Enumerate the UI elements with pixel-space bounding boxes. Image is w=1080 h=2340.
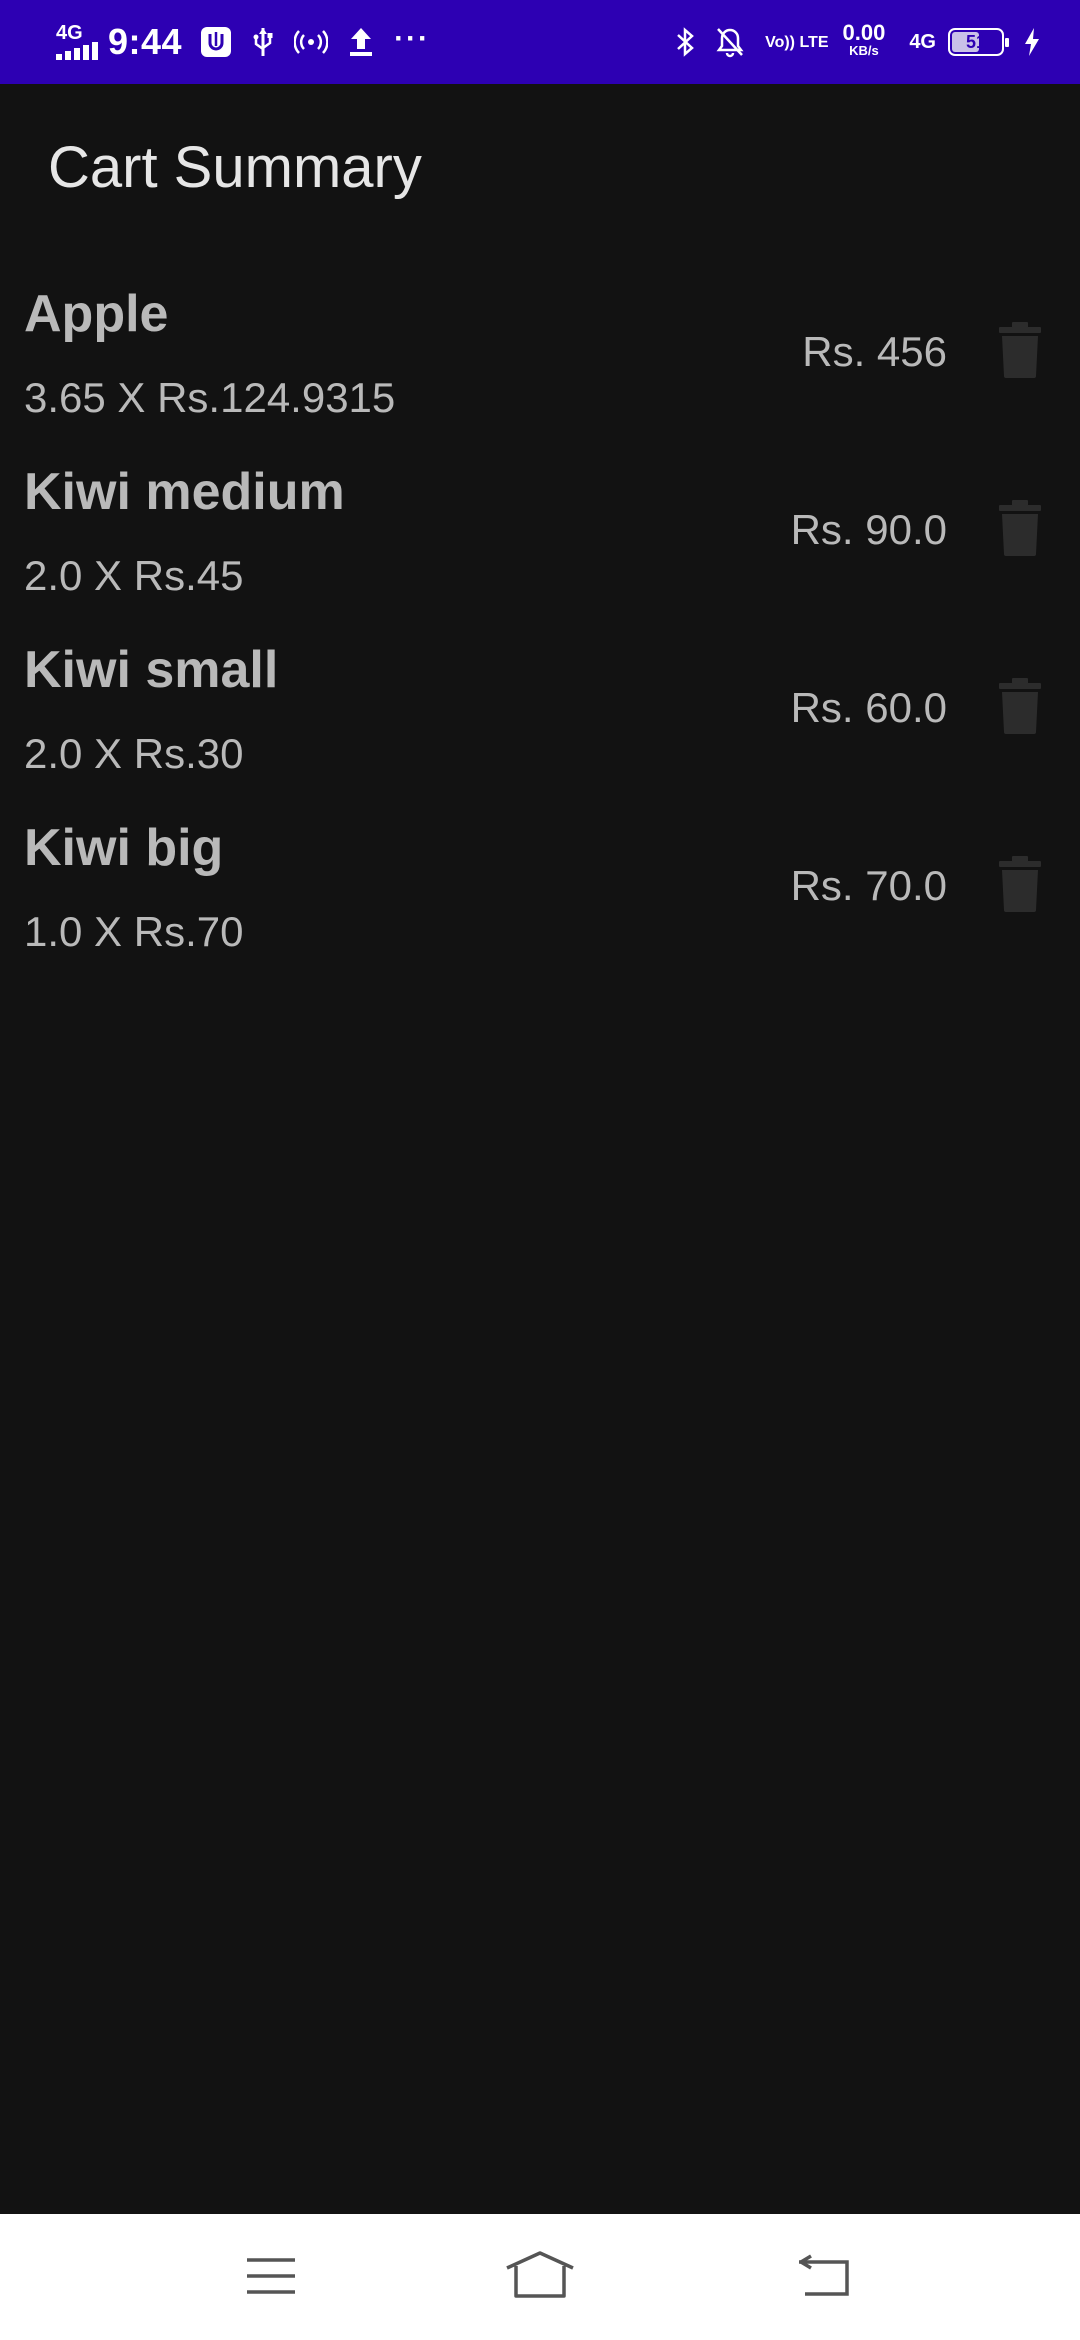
clock: 9:44 [108, 21, 183, 62]
network-speed: 0.00 KB/s [842, 20, 886, 60]
network-type-label: 4G [56, 22, 83, 44]
trash-icon [999, 500, 1041, 556]
speed-unit: KB/s [849, 43, 879, 58]
network-type-right: 4G [909, 30, 936, 53]
item-name: Kiwi small [24, 641, 279, 699]
battery-level: 51 [965, 31, 987, 52]
home-icon [506, 2251, 574, 2298]
trash-icon [999, 856, 1041, 912]
hotspot-icon [294, 27, 329, 57]
item-total: Rs. 60.0 [790, 684, 947, 731]
menu-icon [247, 2258, 295, 2294]
trash-icon [999, 678, 1041, 734]
trash-icon [999, 322, 1041, 378]
battery-icon: 51 [948, 28, 1009, 56]
back-icon [799, 2254, 849, 2296]
page-title: Cart Summary [48, 135, 422, 200]
delete-button[interactable] [996, 320, 1044, 380]
item-quantity-price: 2.0 X Rs.30 [24, 730, 244, 777]
navigation-bar [0, 2214, 1080, 2340]
bluetooth-icon [675, 26, 695, 58]
speed-value: 0.00 [842, 20, 886, 45]
item-quantity-price: 1.0 X Rs.70 [24, 908, 244, 955]
item-total: Rs. 90.0 [790, 506, 947, 553]
usb-debug-icon [200, 26, 232, 58]
list-item: Apple 3.65 X Rs.124.9315 Rs. 456 [0, 280, 1080, 458]
list-item: Kiwi medium 2.0 X Rs.45 Rs. 90.0 [0, 458, 1080, 636]
signal-indicator: 4G [56, 22, 98, 60]
delete-button[interactable] [996, 676, 1044, 736]
upload-icon [348, 26, 374, 58]
volte-label: Vo)) LTE [765, 33, 829, 51]
delete-button[interactable] [996, 498, 1044, 558]
usb-icon [252, 26, 274, 58]
delete-button[interactable] [996, 854, 1044, 914]
item-name: Kiwi big [24, 819, 224, 877]
status-bar: 4G 9:44 ··· Vo)) LTE 0.00 KB/s 4G 51 [0, 0, 1080, 84]
item-quantity-price: 3.65 X Rs.124.9315 [24, 374, 396, 421]
item-total: Rs. 456 [802, 328, 947, 375]
item-name: Apple [24, 285, 169, 343]
more-notifications-icon: ··· [394, 22, 431, 55]
menu-button[interactable] [231, 2236, 311, 2316]
mute-bell-icon [715, 26, 745, 58]
item-name: Kiwi medium [24, 463, 345, 521]
back-button[interactable] [783, 2236, 863, 2316]
list-item: Kiwi big 1.0 X Rs.70 Rs. 70.0 [0, 814, 1080, 992]
charging-icon [1024, 27, 1040, 57]
cart-list: Apple 3.65 X Rs.124.9315 Rs. 456 Kiwi me… [0, 280, 1080, 992]
signal-bars-icon [56, 42, 98, 60]
item-total: Rs. 70.0 [790, 862, 947, 909]
home-button[interactable] [500, 2236, 580, 2316]
list-item: Kiwi small 2.0 X Rs.30 Rs. 60.0 [0, 636, 1080, 814]
item-quantity-price: 2.0 X Rs.45 [24, 552, 244, 599]
